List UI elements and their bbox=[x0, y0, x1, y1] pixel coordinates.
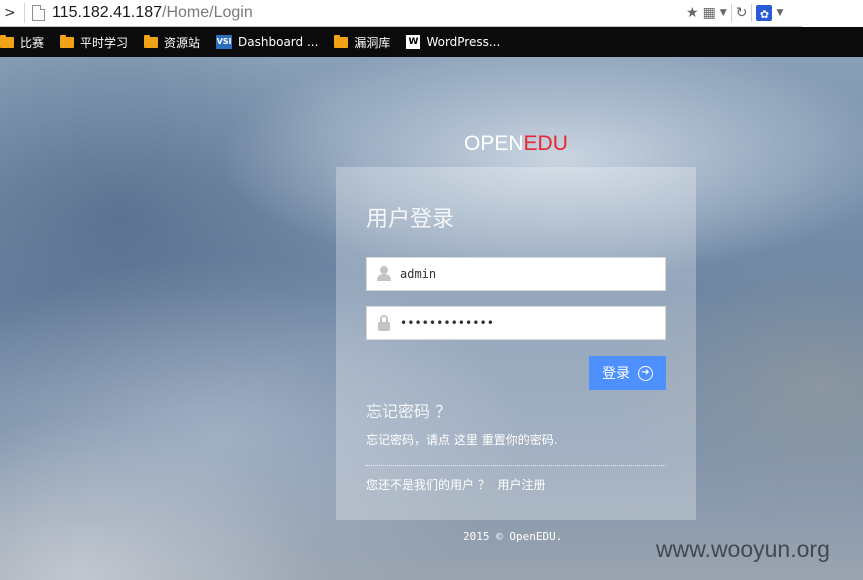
folder-icon bbox=[60, 34, 75, 48]
bookmark-label: Dashboard ... bbox=[238, 35, 319, 49]
page-icon bbox=[32, 5, 45, 21]
qr-code-icon[interactable]: ▦ bbox=[703, 3, 716, 23]
forgot-password-title: 忘记密码 ？ bbox=[366, 402, 452, 421]
bookmark-label: 比赛 bbox=[20, 35, 45, 50]
search-dropdown-icon[interactable]: ▼ bbox=[776, 3, 783, 23]
dropdown-arrow-icon[interactable]: ▼ bbox=[720, 3, 727, 23]
login-title: 用户登录 bbox=[366, 207, 455, 232]
wordpress-icon: W bbox=[406, 35, 421, 49]
bookmark-item[interactable]: 资源站 bbox=[144, 27, 200, 57]
brand-edu: EDU bbox=[523, 132, 568, 155]
reset-password-link[interactable]: 这里 bbox=[454, 433, 478, 447]
divider bbox=[730, 4, 732, 22]
username-field[interactable] bbox=[366, 257, 666, 291]
login-panel: 用户登录 登录 ➜ 忘记密码 ？ 忘记密码，请点 这里 重置你的密码. 您还不是… bbox=[336, 167, 696, 520]
forgot-text-suffix: 重置你的密码. bbox=[481, 433, 558, 447]
bookmark-item[interactable]: 漏洞库 bbox=[334, 27, 390, 57]
password-input[interactable] bbox=[400, 307, 660, 339]
forgot-text-prefix: 忘记密码，请点 bbox=[366, 433, 451, 447]
bookmarks-bar: 比赛 平时学习 资源站 VSI Dashboard ... 漏洞库 W WordPr… bbox=[0, 27, 863, 57]
bookmark-item[interactable]: W WordPress... bbox=[406, 27, 500, 57]
divider bbox=[24, 3, 25, 23]
register-link[interactable]: 用户注册 bbox=[497, 478, 545, 492]
register-question: 您还不是我们的用户 ？ bbox=[366, 478, 490, 492]
bookmark-label: 资源站 bbox=[164, 35, 201, 50]
url-host: 115.182.41.187 bbox=[52, 4, 163, 21]
register-prompt: 您还不是我们的用户 ？ 用户注册 bbox=[366, 477, 545, 493]
address-bar-actions: ★ ▦ ▼ ↻ ✿ ▼ bbox=[686, 3, 783, 23]
divider bbox=[366, 465, 666, 466]
user-icon bbox=[377, 266, 391, 282]
address-bar: > 115.182.41.187/Home/Login ★ ▦ ▼ ↻ ✿ ▼ bbox=[0, 0, 863, 27]
arrow-right-circle-icon: ➜ bbox=[638, 365, 653, 381]
footer-copyright: 2015 © OpenEDU. bbox=[463, 530, 563, 543]
bookmark-label: WordPress... bbox=[426, 35, 501, 49]
watermark: www.wooyun.org bbox=[656, 536, 830, 562]
chevron-right-icon[interactable]: > bbox=[4, 5, 18, 21]
bookmark-label: 平时学习 bbox=[80, 35, 129, 50]
forgot-password-text: 忘记密码，请点 这里 重置你的密码. bbox=[366, 432, 558, 448]
url-field[interactable]: 115.182.41.187/Home/Login bbox=[52, 3, 253, 23]
bookmark-item[interactable]: VSI Dashboard ... bbox=[216, 27, 318, 57]
bookmark-label: 漏洞库 bbox=[354, 35, 391, 50]
bookmark-item[interactable]: 平时学习 bbox=[60, 27, 128, 57]
login-button-label: 登录 bbox=[602, 366, 630, 382]
url-path: /Home/Login bbox=[162, 4, 253, 21]
lock-icon bbox=[377, 315, 391, 331]
divider bbox=[751, 4, 753, 22]
brand-logo: OPENEDU bbox=[464, 132, 568, 156]
username-input[interactable] bbox=[400, 258, 660, 290]
folder-icon bbox=[0, 34, 14, 48]
reload-icon[interactable]: ↻ bbox=[736, 3, 748, 23]
baidu-paw-icon[interactable]: ✿ bbox=[756, 5, 773, 21]
folder-icon bbox=[334, 34, 349, 48]
bookmark-item[interactable]: 比赛 bbox=[0, 27, 44, 57]
brand-open: OPEN bbox=[464, 132, 524, 155]
star-icon[interactable]: ★ bbox=[686, 3, 699, 23]
address-bar-end bbox=[802, 0, 863, 27]
login-button[interactable]: 登录 ➜ bbox=[589, 356, 666, 390]
folder-icon bbox=[144, 34, 159, 48]
password-field[interactable] bbox=[366, 306, 666, 340]
vsi-icon: VSI bbox=[216, 35, 233, 49]
